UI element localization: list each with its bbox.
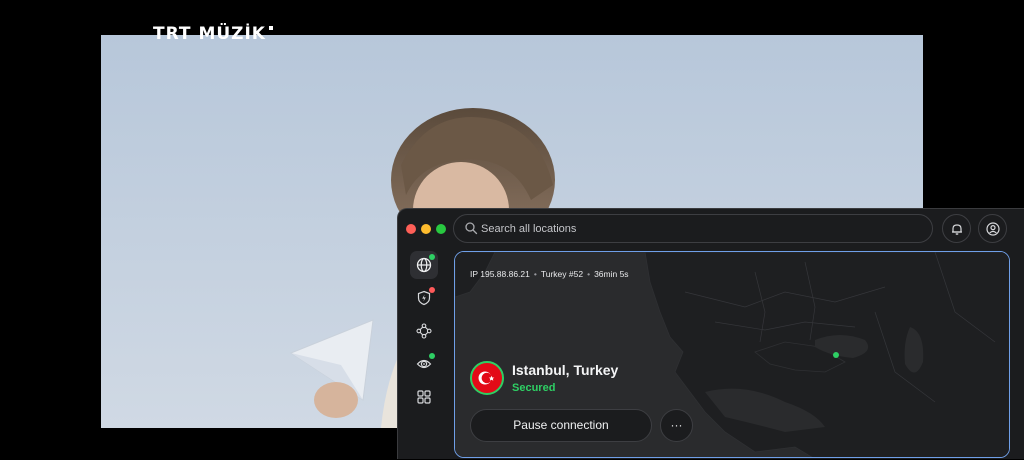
window-zoom-button[interactable] (436, 224, 446, 234)
sidebar-item-meshnet[interactable] (410, 317, 438, 345)
connection-info: IP 195.88.86.21 • Turkey #52 • 36min 5s (470, 269, 629, 279)
search-input[interactable] (481, 215, 921, 242)
sidebar-item-threat-protection[interactable] (410, 284, 438, 312)
meshnet-icon (416, 323, 432, 339)
status-badge (429, 254, 435, 260)
logo-dot (268, 26, 273, 30)
server-name: Turkey #52 (540, 269, 584, 279)
ip-address: IP 195.88.86.21 (470, 269, 530, 279)
sidebar (398, 249, 453, 460)
separator: • (587, 269, 591, 279)
sidebar-item-locations[interactable] (410, 251, 438, 279)
sidebar-item-apps[interactable] (410, 383, 438, 411)
sidebar-item-dark-web-monitor[interactable] (410, 350, 438, 378)
alert-badge (429, 287, 435, 293)
pause-connection-button[interactable]: Pause connection (470, 409, 652, 442)
notifications-button[interactable] (942, 214, 971, 243)
connection-duration: 36min 5s (594, 269, 629, 279)
vpn-app-window[interactable]: IP 195.88.86.21•Turkey #52•36min 5s Ista… (397, 208, 1024, 459)
turkey-flag-icon (470, 361, 504, 395)
location-title: Istanbul, Turkey (512, 362, 619, 378)
bell-icon (952, 224, 962, 235)
apps-grid-icon (417, 390, 431, 404)
connection-status: Secured (512, 382, 556, 394)
separator: • (533, 269, 537, 279)
location-marker[interactable] (833, 352, 839, 358)
window-close-button[interactable] (406, 224, 416, 234)
map-panel[interactable]: IP 195.88.86.21 • Turkey #52 • 36min 5s Ista… (454, 251, 1010, 458)
window-minimize-button[interactable] (421, 224, 431, 234)
profile-icon (986, 222, 1000, 236)
profile-button[interactable] (978, 214, 1007, 243)
location-search[interactable] (453, 214, 933, 243)
status-badge (429, 353, 435, 359)
channel-logo: TRT MÜZİK (153, 24, 273, 44)
search-icon (465, 222, 478, 235)
more-options-button[interactable]: ··· (660, 409, 693, 442)
channel-logo-text: TRT MÜZİK (153, 24, 266, 44)
